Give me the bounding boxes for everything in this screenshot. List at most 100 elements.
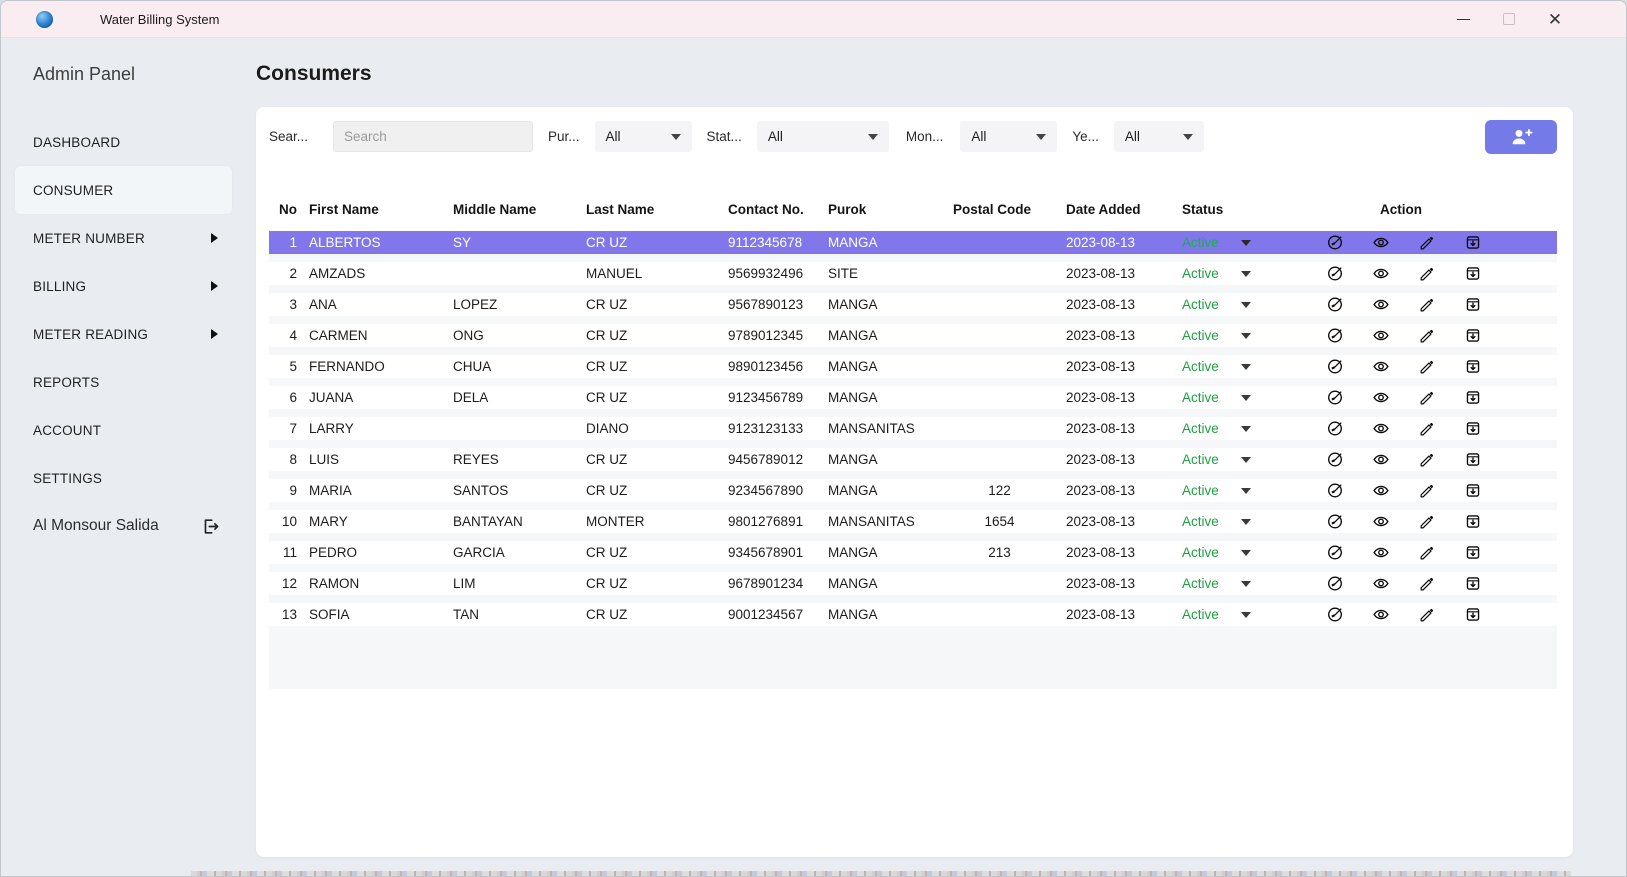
archive-icon-button[interactable] [1464,482,1482,500]
table-row[interactable]: 7 LARRY DIANO 9123123133 MANSANITAS 2023… [269,417,1557,448]
table-row[interactable]: 5 FERNANDO CHUA CR UZ 9890123456 MANGA 2… [269,355,1557,386]
maximize-button[interactable] [1486,2,1532,36]
minimize-button[interactable] [1440,2,1486,36]
sidebar-item-reports[interactable]: REPORTS [1,358,232,406]
table-row[interactable]: 13 SOFIA TAN CR UZ 9001234567 MANGA 2023… [269,603,1557,634]
archive-icon-button[interactable] [1464,420,1482,438]
status-dropdown[interactable]: Active [1182,452,1311,467]
meter-icon-button[interactable] [1326,327,1344,345]
archive-icon-button[interactable] [1464,389,1482,407]
view-eye-icon-button[interactable] [1372,296,1390,314]
edit-pencil-icon-button[interactable] [1418,296,1436,314]
month-select[interactable]: All [960,121,1058,152]
status-dropdown[interactable]: Active [1182,390,1311,405]
status-dropdown[interactable]: Active [1182,607,1311,622]
view-eye-icon-button[interactable] [1372,482,1390,500]
table-row[interactable]: 2 AMZADS MANUEL 9569932496 SITE 2023-08-… [269,262,1557,293]
status-dropdown[interactable]: Active [1182,483,1311,498]
status-dropdown[interactable]: Active [1182,235,1311,250]
meter-icon-button[interactable] [1326,606,1344,624]
status-dropdown[interactable]: Active [1182,576,1311,591]
archive-icon-button[interactable] [1464,327,1482,345]
view-eye-icon-button[interactable] [1372,358,1390,376]
meter-icon-button[interactable] [1326,358,1344,376]
view-eye-icon-button[interactable] [1372,234,1390,252]
status-dropdown[interactable]: Active [1182,514,1311,529]
view-eye-icon-button[interactable] [1372,513,1390,531]
sidebar-item-consumer[interactable]: CONSUMER [15,166,232,214]
edit-pencil-icon-button[interactable] [1418,575,1436,593]
meter-icon-button[interactable] [1326,234,1344,252]
status-dropdown[interactable]: Active [1182,266,1311,281]
archive-icon-button[interactable] [1464,513,1482,531]
sidebar-user-logout[interactable]: Al Monsour Salida [1,502,232,550]
archive-icon-button[interactable] [1464,544,1482,562]
view-eye-icon-button[interactable] [1372,389,1390,407]
archive-icon-button[interactable] [1464,358,1482,376]
status-dropdown[interactable]: Active [1182,545,1311,560]
status-dropdown[interactable]: Active [1182,328,1311,343]
table-row[interactable]: 4 CARMEN ONG CR UZ 9789012345 MANGA 2023… [269,324,1557,355]
archive-icon-button[interactable] [1464,451,1482,469]
edit-pencil-icon-button[interactable] [1418,327,1436,345]
table-row[interactable]: 10 MARY BANTAYAN MONTER 9801276891 MANSA… [269,510,1557,541]
sidebar-item-dashboard[interactable]: DASHBOARD [1,118,232,166]
view-eye-icon-button[interactable] [1372,327,1390,345]
meter-icon-button[interactable] [1326,420,1344,438]
archive-icon-button[interactable] [1464,234,1482,252]
close-button[interactable]: ✕ [1532,2,1578,36]
meter-icon-button[interactable] [1326,389,1344,407]
status-dropdown[interactable]: Active [1182,297,1311,312]
meter-icon-button[interactable] [1326,482,1344,500]
sidebar-item-account[interactable]: ACCOUNT [1,406,232,454]
meter-icon-button[interactable] [1326,296,1344,314]
purok-select[interactable]: All [594,121,692,152]
view-eye-icon-button[interactable] [1372,575,1390,593]
table-row[interactable]: 3 ANA LOPEZ CR UZ 9567890123 MANGA 2023-… [269,293,1557,324]
edit-pencil-icon-button[interactable] [1418,420,1436,438]
table-row[interactable]: 8 LUIS REYES CR UZ 9456789012 MANGA 2023… [269,448,1557,479]
sidebar-item-meter-reading[interactable]: METER READING [1,310,232,358]
table-row[interactable]: 12 RAMON LIM CR UZ 9678901234 MANGA 2023… [269,572,1557,603]
cell-middle-name: TAN [453,607,479,622]
add-consumer-button[interactable] [1485,119,1557,154]
chevron-down-icon [1182,133,1193,140]
chevron-down-icon [1240,363,1251,370]
sidebar-item-billing[interactable]: BILLING [1,262,232,310]
view-eye-icon-button[interactable] [1372,606,1390,624]
meter-icon-button[interactable] [1326,451,1344,469]
view-eye-icon-button[interactable] [1372,420,1390,438]
meter-icon-button[interactable] [1326,265,1344,283]
sidebar-item-meter-number[interactable]: METER NUMBER [1,214,232,262]
meter-icon-button[interactable] [1326,513,1344,531]
edit-pencil-icon-button[interactable] [1418,358,1436,376]
archive-icon-button[interactable] [1464,606,1482,624]
table-row[interactable]: 11 PEDRO GARCIA CR UZ 9345678901 MANGA 2… [269,541,1557,572]
table-row[interactable]: 9 MARIA SANTOS CR UZ 9234567890 MANGA 12… [269,479,1557,510]
edit-pencil-icon-button[interactable] [1418,513,1436,531]
archive-icon-button[interactable] [1464,265,1482,283]
status-select[interactable]: All [756,121,889,152]
view-eye-icon-button[interactable] [1372,544,1390,562]
view-eye-icon-button[interactable] [1372,265,1390,283]
edit-pencil-icon-button[interactable] [1418,606,1436,624]
cell-purok: MANGA [828,576,878,591]
archive-icon-button[interactable] [1464,575,1482,593]
year-select[interactable]: All [1113,121,1204,152]
table-row[interactable]: 6 JUANA DELA CR UZ 9123456789 MANGA 2023… [269,386,1557,417]
search-input[interactable] [333,121,534,152]
edit-pencil-icon-button[interactable] [1418,482,1436,500]
edit-pencil-icon-button[interactable] [1418,451,1436,469]
edit-pencil-icon-button[interactable] [1418,544,1436,562]
meter-icon-button[interactable] [1326,544,1344,562]
archive-icon-button[interactable] [1464,296,1482,314]
meter-icon-button[interactable] [1326,575,1344,593]
edit-pencil-icon-button[interactable] [1418,389,1436,407]
edit-pencil-icon-button[interactable] [1418,234,1436,252]
view-eye-icon-button[interactable] [1372,451,1390,469]
edit-pencil-icon-button[interactable] [1418,265,1436,283]
sidebar-item-settings[interactable]: SETTINGS [1,454,232,502]
status-dropdown[interactable]: Active [1182,359,1311,374]
status-dropdown[interactable]: Active [1182,421,1311,436]
table-row[interactable]: 1 ALBERTOS SY CR UZ 9112345678 MANGA 202… [269,231,1557,262]
